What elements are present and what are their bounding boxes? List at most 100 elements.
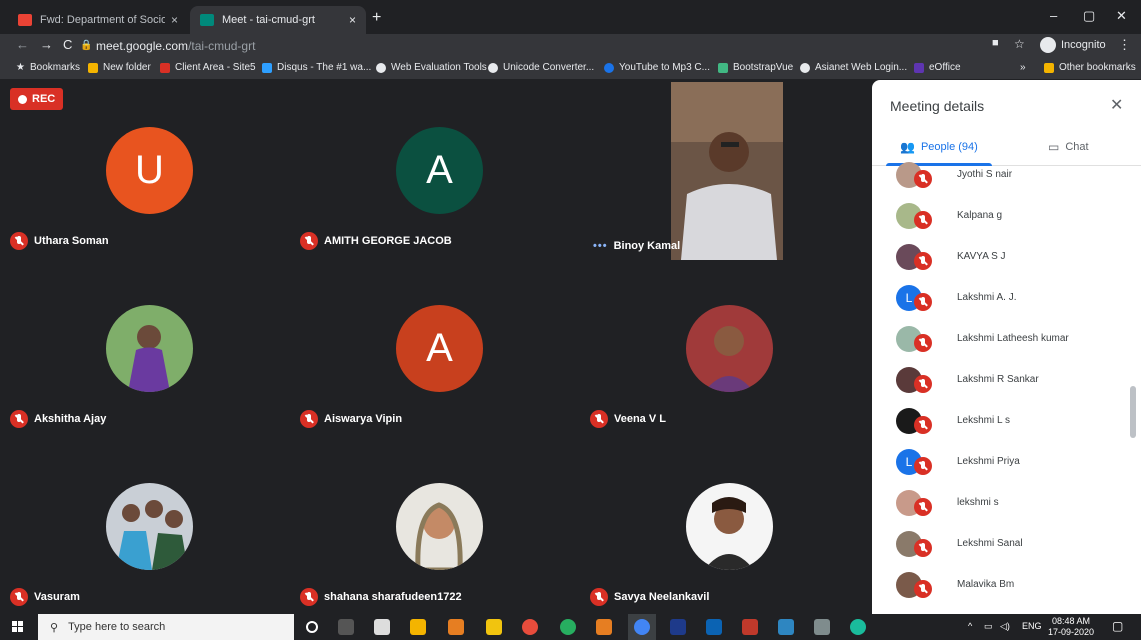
participant-tile[interactable]: A Aiswarya Vipin [290,258,580,436]
disqus-icon [262,62,272,73]
tab-chat[interactable]: ▭ Chat [1048,140,1089,154]
bookmark-item[interactable]: ★ Bookmarks [16,62,80,73]
people-list-scrollbar[interactable] [1130,386,1136,438]
participant-name: Veena V L [590,410,666,428]
close-window-button[interactable]: ✕ [1116,8,1127,24]
folder-icon [88,62,98,73]
tab-gmail[interactable]: Fwd: Department of Sociology, S × [8,6,188,34]
cortana-icon[interactable] [306,621,318,633]
presenter-video-tile[interactable]: ••• Binoy Kamal [583,82,873,260]
url-field[interactable]: meet.google.com/tai-cmud-grt [96,39,255,53]
incognito-badge[interactable]: Incognito [1040,37,1106,53]
browser-tab-bar: Fwd: Department of Sociology, S × Meet -… [0,0,1141,34]
new-tab-button[interactable]: + [372,9,381,27]
bookmark-item[interactable]: Disqus - The #1 wa... [262,62,371,73]
close-tab-icon[interactable]: × [171,13,178,27]
windows-start-icon[interactable] [12,621,24,633]
bookmark-item[interactable]: BootstrapVue [718,62,793,73]
participant-tile[interactable]: Savya Neelankavil [580,436,870,614]
participant-tile[interactable]: A AMITH GEORGE JACOB [290,80,580,258]
app-icon[interactable] [706,619,722,635]
app-icon[interactable] [486,619,502,635]
maximize-button[interactable]: ▢ [1083,8,1095,24]
app-icon[interactable] [522,619,538,635]
taskbar-search-box[interactable]: ⚲ Type here to search [38,614,294,640]
list-item[interactable]: Malavika Bm [872,564,1141,605]
bookmark-item[interactable]: Web Evaluation Tools [376,62,487,73]
menu-icon[interactable]: ⋮ [1118,37,1131,53]
list-item[interactable]: Jyothi S nair [872,154,1141,195]
list-item[interactable]: Lakshmi Latheesh kumar [872,318,1141,359]
file-explorer-icon[interactable] [410,619,426,635]
tab-title: Fwd: Department of Sociology, S [40,14,165,26]
battery-icon[interactable]: ▭ [984,621,993,632]
eoffice-icon [914,62,924,73]
lock-icon: 🔒 [80,40,93,51]
bookmark-item[interactable]: New folder [88,62,151,73]
edge-icon[interactable] [850,619,866,635]
list-item[interactable]: lekshmi s [872,482,1141,523]
task-view-icon[interactable] [338,619,354,635]
store-icon[interactable] [374,619,390,635]
volume-icon[interactable]: ◁) [1000,621,1010,632]
back-button[interactable]: ← [16,37,29,52]
app-icon[interactable] [778,619,794,635]
bookmark-item[interactable]: eOffice [914,62,961,73]
notifications-icon[interactable]: ▢ [1112,619,1123,633]
taskbar-clock[interactable]: 08:48 AM 17-09-2020 [1048,616,1094,638]
participant-tile[interactable]: Veena V L [580,258,870,436]
more-options-icon[interactable]: ••• [593,240,608,252]
list-item[interactable]: Lekshmi Sanal [872,523,1141,564]
star-icon[interactable]: ☆ [1014,37,1025,51]
reload-button[interactable]: C [63,37,72,52]
forward-button[interactable]: → [40,37,53,52]
chrome-icon[interactable] [634,619,650,635]
other-bookmarks[interactable]: Other bookmarks [1044,62,1136,73]
mic-off-icon [590,410,608,428]
mic-off-icon [10,410,28,428]
person-name: KAVYA S J [957,251,1006,262]
list-item[interactable]: Kalpana g [872,195,1141,236]
list-item[interactable]: L Lakshmi A. J. [872,277,1141,318]
bookmark-item[interactable]: Client Area - Site5 [160,62,256,73]
participant-photo [686,305,773,392]
bookmarks-overflow[interactable]: » [1020,62,1026,73]
participant-tile[interactable]: U Uthara Soman [0,80,290,258]
tab-meet[interactable]: Meet - tai-cmud-grt × [190,6,366,34]
list-item[interactable]: KAVYA S J [872,236,1141,277]
participant-tile[interactable]: Akshitha Ajay [0,258,290,436]
bookmark-item[interactable]: Unicode Converter... [488,62,594,73]
participant-name: Akshitha Ajay [10,410,106,428]
tab-people[interactable]: 👥 People (94) [900,140,978,154]
minimize-button[interactable]: – [1050,8,1057,23]
clock-time: 08:48 AM [1052,616,1091,626]
incognito-label: Incognito [1061,39,1106,51]
language-indicator[interactable]: ENG [1022,621,1042,631]
mic-off-icon [300,232,318,250]
participant-tile[interactable]: shahana sharafudeen1722 [290,436,580,614]
vlc-icon[interactable] [596,619,612,635]
list-item[interactable]: Lekshmi L s [872,400,1141,441]
close-icon[interactable]: ✕ [1110,95,1123,115]
photoshop-icon[interactable] [670,619,686,635]
app-icon[interactable] [560,619,576,635]
bookmark-item[interactable]: Asianet Web Login... [800,62,907,73]
mic-off-icon [914,539,932,557]
avatar-initial: U [135,148,164,192]
participant-tile[interactable]: Vasuram [0,436,290,614]
app-icon[interactable] [814,619,830,635]
list-item[interactable]: Lakshmi R Sankar [872,359,1141,400]
avatar-initial: L [905,290,913,305]
list-item[interactable]: L Lekshmi Priya [872,441,1141,482]
name-text: Uthara Soman [34,235,109,247]
app-icon[interactable] [448,619,464,635]
mic-off-icon [10,232,28,250]
person-name: Lakshmi R Sankar [957,374,1039,385]
mic-off-icon [914,293,932,311]
filezilla-icon[interactable] [742,619,758,635]
tray-chevron-icon[interactable]: ^ [968,621,972,631]
bookmark-item[interactable]: YouTube to Mp3 C... [604,62,710,73]
globe-icon [488,62,498,73]
close-tab-icon[interactable]: × [349,13,356,27]
camera-icon[interactable]: ■ [992,37,999,49]
